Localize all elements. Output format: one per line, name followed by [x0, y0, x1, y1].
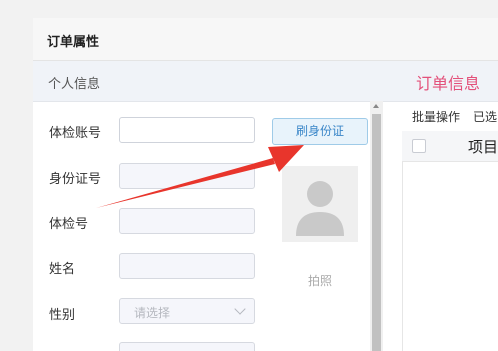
dialog-header: 订单属性: [33, 18, 498, 61]
chevron-down-icon: [234, 303, 246, 315]
form-scrollbar[interactable]: [370, 101, 383, 351]
personal-info-tab[interactable]: 个人信息: [48, 73, 100, 92]
avatar-icon: [296, 181, 344, 236]
gender-select[interactable]: 请选择: [119, 298, 255, 324]
scroll-thumb[interactable]: [372, 114, 381, 351]
name-input[interactable]: [119, 253, 255, 279]
exam-number-input[interactable]: [119, 208, 255, 234]
swipe-id-card-button[interactable]: 刷身份证: [272, 118, 368, 145]
scroll-up-icon[interactable]: [373, 104, 379, 108]
next-field-input[interactable]: [119, 342, 255, 351]
exam-number-label: 体检号: [49, 217, 89, 232]
batch-action-button[interactable]: 批量操作: [412, 108, 460, 125]
table-header: 项目: [402, 131, 498, 162]
gender-select-placeholder: 请选择: [134, 306, 171, 320]
exam-account-label: 体检账号: [49, 126, 102, 141]
select-all-checkbox[interactable]: [412, 139, 426, 153]
order-info-panel: 批量操作 已选 项目: [388, 101, 498, 351]
id-number-label: 身份证号: [49, 172, 102, 187]
table-body: [402, 162, 498, 351]
exam-account-input[interactable]: [119, 117, 255, 143]
project-column-header: 项目: [468, 138, 498, 156]
name-label: 姓名: [49, 262, 76, 277]
order-properties-dialog: 订单属性 个人信息 订单信息 体检账号 身份证号 体检号 姓名 性别 请选择 刷…: [33, 18, 498, 351]
order-info-tab[interactable]: 订单信息: [416, 70, 480, 94]
dialog-title: 订单属性: [47, 35, 100, 50]
section-bar: 个人信息 订单信息: [33, 61, 498, 102]
photo-placeholder: [282, 166, 358, 242]
page-background-top: [0, 0, 498, 18]
page-background-left: [0, 0, 33, 351]
gender-label: 性别: [49, 308, 76, 323]
take-photo-link[interactable]: 拍照: [308, 272, 332, 289]
id-number-input[interactable]: [119, 163, 255, 189]
selected-count-text: 已选: [473, 110, 498, 124]
